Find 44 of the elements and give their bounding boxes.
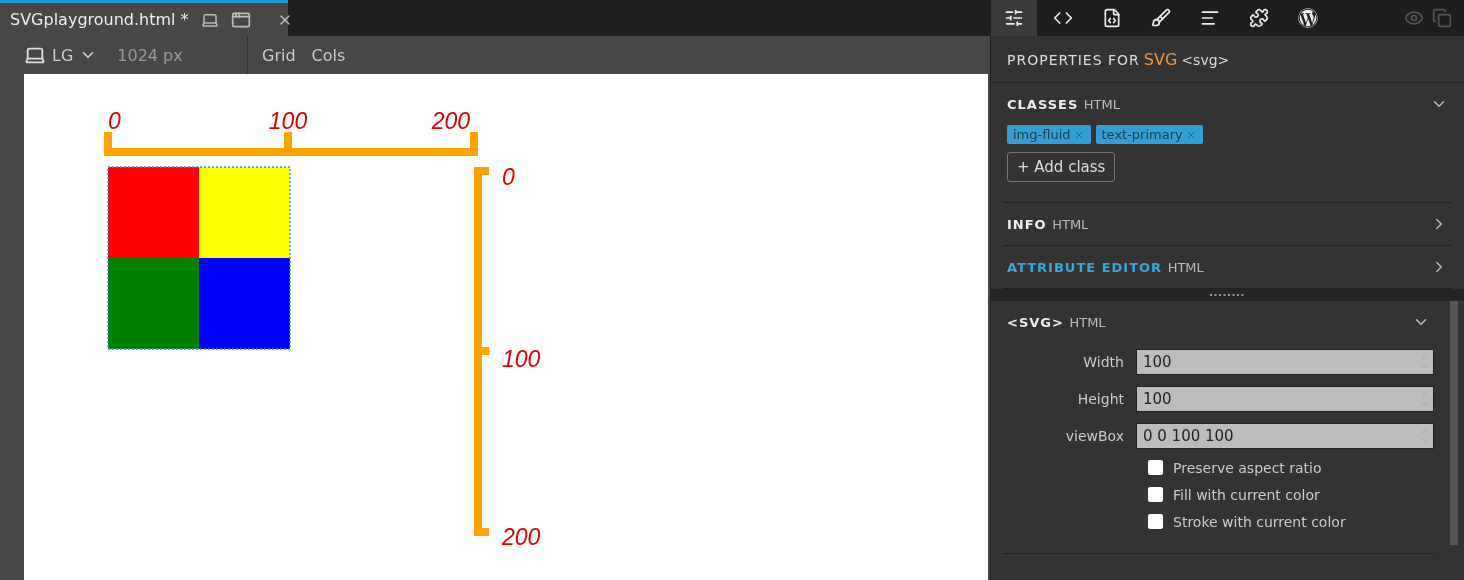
section-title: INFO HTML xyxy=(1007,216,1089,232)
width-label: 1024 px xyxy=(117,45,183,65)
section-title: <SVG> HTML xyxy=(1007,314,1106,330)
ruler-label: 0 xyxy=(108,108,121,134)
editor-tab[interactable]: SVGplayground.html * xyxy=(0,0,288,36)
sliders-icon xyxy=(1004,8,1024,28)
section-title: ATTRIBUTE EDITOR HTML xyxy=(1007,259,1204,275)
class-tag[interactable]: img-fluid xyxy=(1007,125,1091,144)
section-header[interactable]: INFO HTML xyxy=(1003,203,1452,245)
wordpress-icon xyxy=(1298,8,1318,28)
section-header[interactable]: <SVG> HTML xyxy=(1003,301,1434,343)
ruler-label: 0 xyxy=(502,164,515,190)
input-field[interactable]: 0 0 100 100 xyxy=(1136,422,1434,449)
checkbox[interactable] xyxy=(1148,460,1163,475)
toolbar-button[interactable]: Grid xyxy=(262,45,296,65)
class-tag[interactable]: text-primary xyxy=(1095,125,1203,144)
scrollbar[interactable] xyxy=(1450,301,1458,545)
field-label: viewBox xyxy=(1064,427,1124,444)
toolbar-button[interactable]: Cols xyxy=(311,45,346,65)
checkbox-label[interactable]: Fill with current color xyxy=(1173,486,1320,503)
checkbox[interactable] xyxy=(1148,514,1163,529)
brush-icon xyxy=(1151,8,1171,28)
field-label: Width xyxy=(1082,353,1124,370)
panel-tab[interactable] xyxy=(991,0,1037,36)
ruler-label: 100 xyxy=(502,346,541,372)
puzzle-icon xyxy=(1249,8,1269,28)
section-title: CLASSES HTML xyxy=(1007,96,1120,112)
input-field[interactable]: 100 xyxy=(1136,348,1434,375)
field-label: Height xyxy=(1076,390,1124,407)
file-icon xyxy=(1102,8,1122,28)
checkbox-label[interactable]: Preserve aspect ratio xyxy=(1173,459,1322,476)
section-header[interactable]: ATTRIBUTE EDITOR HTML xyxy=(1003,246,1452,288)
checkbox-label[interactable]: Stroke with current color xyxy=(1173,513,1346,530)
breakpoint-label[interactable]: LG xyxy=(52,45,74,65)
text-box-icon xyxy=(1200,8,1220,28)
ruler-label: 200 xyxy=(502,524,541,550)
checkbox[interactable] xyxy=(1148,487,1163,502)
properties-title: PROPERTIES FOR SVG <svg> xyxy=(1007,49,1230,69)
section-header[interactable]: CLASSES HTML xyxy=(1003,83,1452,125)
add-class-button[interactable]: + Add class xyxy=(1007,152,1116,182)
ruler-label: 200 xyxy=(431,108,470,134)
splitter-handle[interactable] xyxy=(991,289,1464,301)
input-field[interactable]: 100 xyxy=(1136,385,1434,412)
ruler-label: 100 xyxy=(268,108,308,134)
